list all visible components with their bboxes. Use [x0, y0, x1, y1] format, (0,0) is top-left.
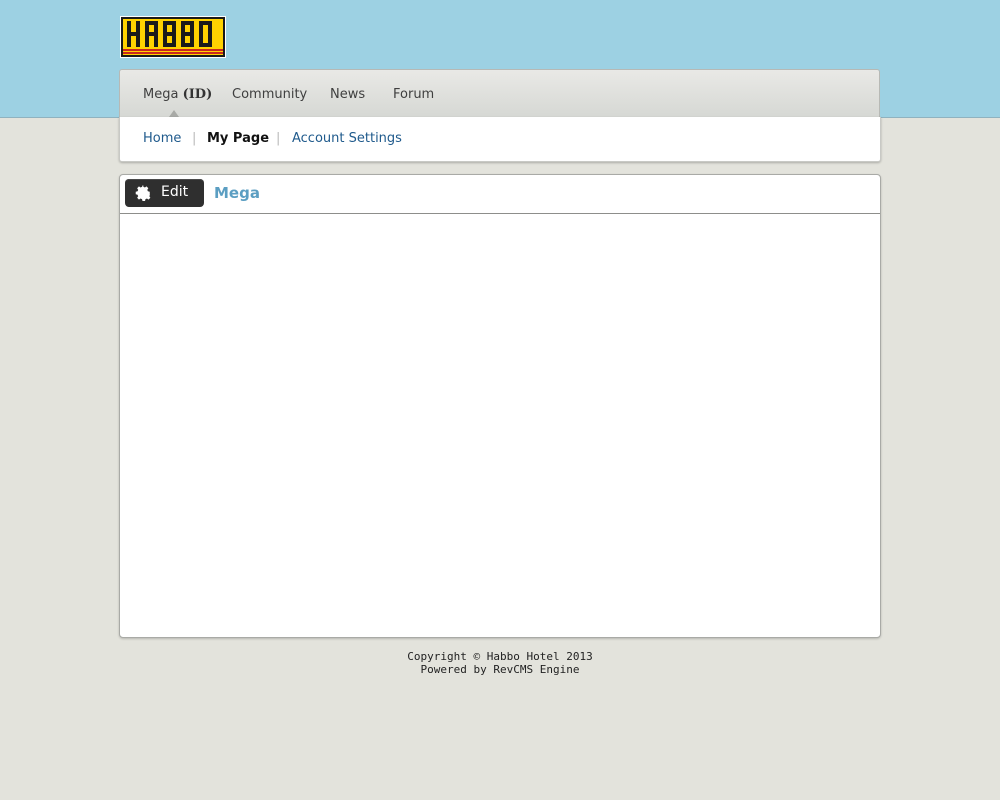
subnav-item-my-page[interactable]: My Page: [207, 131, 269, 146]
panel-title: Mega: [214, 184, 260, 202]
main-navigation: Mega (ID) Community News Forum: [119, 69, 880, 117]
nav-item-forum[interactable]: Forum: [393, 87, 434, 102]
subnav-item-account-settings[interactable]: Account Settings: [292, 131, 402, 146]
panel-header: Edit Mega: [120, 175, 880, 214]
edit-button[interactable]: Edit: [125, 179, 204, 207]
footer: Copyright © Habbo Hotel 2013 Powered by …: [0, 650, 1000, 676]
gear-icon: [135, 184, 151, 202]
profile-panel: Edit Mega: [119, 174, 881, 638]
nav-item-community[interactable]: Community: [232, 87, 307, 102]
nav-item-mega[interactable]: Mega (ID): [143, 87, 212, 102]
footer-powered-by: Powered by RevCMS Engine: [420, 663, 580, 676]
sub-navigation: Home | My Page | Account Settings: [119, 117, 881, 162]
active-nav-caret-icon: [169, 110, 179, 117]
subnav-separator: |: [276, 131, 281, 146]
edit-button-label: Edit: [161, 184, 189, 200]
subnav-separator: |: [192, 131, 197, 146]
subnav-item-home[interactable]: Home: [143, 131, 181, 146]
footer-copyright: Copyright © Habbo Hotel 2013: [407, 650, 593, 663]
nav-item-mega-suffix: (ID): [182, 87, 213, 102]
habbo-logo[interactable]: [120, 16, 226, 58]
nav-item-news[interactable]: News: [330, 87, 365, 102]
nav-item-mega-label: Mega: [143, 87, 179, 102]
